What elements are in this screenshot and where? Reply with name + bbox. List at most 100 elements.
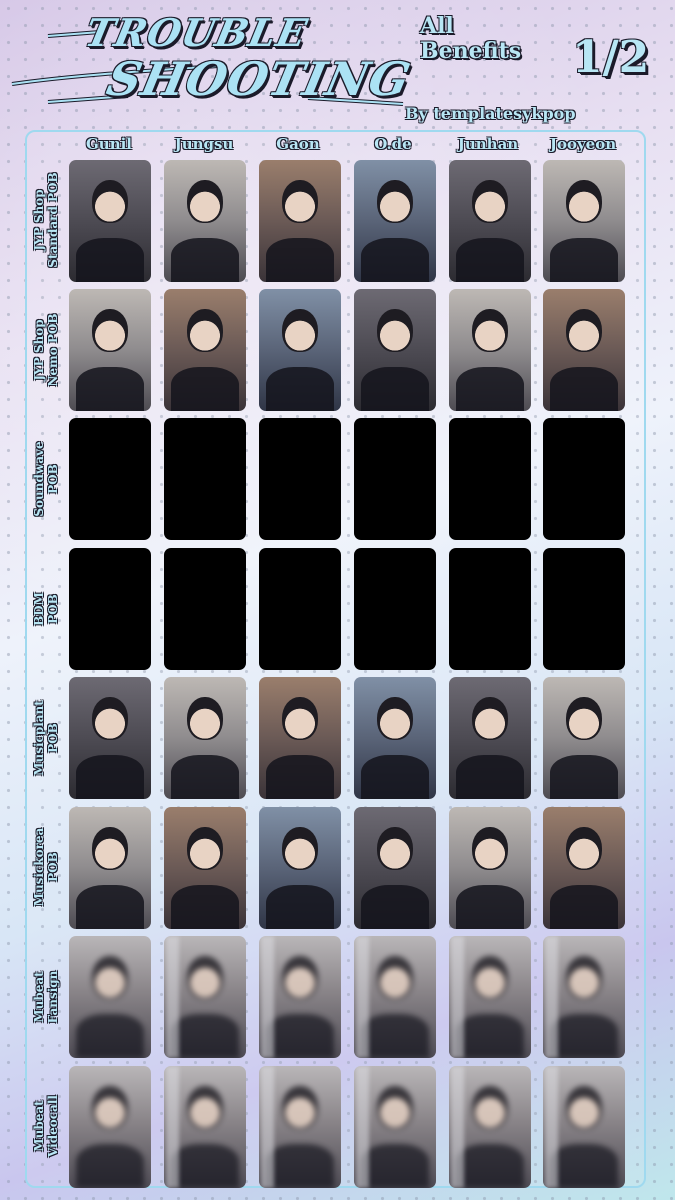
photocard-ode [354,807,436,929]
blur-overlap-strip [260,1066,274,1188]
portrait-body [549,755,619,799]
portrait-head [186,955,224,1000]
member-name-jooyeon: Jooyeon [549,135,617,153]
portrait-head [471,955,509,1000]
photocard-gunil [69,936,151,1058]
portrait-head [186,696,224,741]
portrait-head [91,826,129,871]
portrait-head [186,179,224,224]
photocard-jooyeon [543,677,625,799]
portrait-body [455,238,525,282]
portrait-head [186,826,224,871]
portrait-head [186,1085,224,1130]
portrait-head [565,826,603,871]
portrait-head [281,179,319,224]
blur-overlap-strip [355,936,369,1058]
blur-overlap-strip [355,1066,369,1188]
portrait-body [549,885,619,929]
portrait-body [170,885,240,929]
photocard-gaon [259,548,341,670]
portrait-body [75,238,145,282]
portrait-head [471,308,509,353]
blur-overlap-strip [544,1066,558,1188]
portrait-head [376,179,414,224]
photocard-jungsu [164,1066,246,1188]
photocard-junhan [449,807,531,929]
portrait-head [91,179,129,224]
portrait-body [549,1014,619,1058]
portrait-body [75,755,145,799]
photocard-gaon [259,936,341,1058]
blur-overlap-strip [260,936,274,1058]
photocard-ode [354,548,436,670]
portrait-body [549,1144,619,1188]
photocard-jungsu [164,418,246,540]
row-label-jyp-standard: JYP Shop Standard POB [32,172,60,268]
portrait-head [565,696,603,741]
portrait-body [455,1014,525,1058]
subtitle: All Benefits [420,13,522,64]
portrait-body [75,367,145,411]
photocard-gunil [69,548,151,670]
row-label-mubeat-videocall: Mubeat Videocall [32,1095,60,1157]
blur-overlap-strip [450,936,464,1058]
template-credit: By templatesykpop [405,104,576,123]
portrait-body [75,1014,145,1058]
portrait-body [265,755,335,799]
album-title-logo: TROUBLE SHOOTING [8,6,416,118]
portrait-body [170,367,240,411]
photocard-jungsu [164,289,246,411]
page-number: 1/2 [572,32,650,83]
photocard-ode [354,160,436,282]
member-name-junhan: Junhan [457,135,519,153]
photocard-gunil [69,160,151,282]
photocard-jooyeon [543,418,625,540]
photocard-gunil [69,418,151,540]
portrait-body [265,1014,335,1058]
portrait-head [91,1085,129,1130]
row-label-mubeat-fansign: Mubeat Fansign [32,970,60,1024]
portrait-head [565,955,603,1000]
title-line-2: SHOOTING [102,52,416,106]
portrait-body [360,238,430,282]
photocard-junhan [449,936,531,1058]
photocard-junhan [449,677,531,799]
portrait-body [170,755,240,799]
photocard-ode [354,936,436,1058]
portrait-body [360,885,430,929]
portrait-head [471,696,509,741]
portrait-body [170,1144,240,1188]
portrait-head [91,955,129,1000]
title-line-1: TROUBLE [81,10,312,55]
photocard-ode [354,1066,436,1188]
photocard-jungsu [164,936,246,1058]
photocard-gaon [259,1066,341,1188]
portrait-head [471,1085,509,1130]
portrait-head [471,826,509,871]
blur-overlap-strip [165,1066,179,1188]
portrait-body [455,367,525,411]
photocard-jooyeon [543,289,625,411]
portrait-head [376,308,414,353]
photocard-ode [354,677,436,799]
portrait-body [265,238,335,282]
portrait-body [170,238,240,282]
portrait-head [91,308,129,353]
blur-overlap-strip [450,1066,464,1188]
photocard-jungsu [164,548,246,670]
photocard-junhan [449,289,531,411]
portrait-head [281,955,319,1000]
portrait-head [376,696,414,741]
blur-overlap-strip [544,936,558,1058]
photocard-gunil [69,289,151,411]
portrait-head [376,1085,414,1130]
photocard-ode [354,289,436,411]
portrait-head [471,179,509,224]
portrait-head [91,696,129,741]
blur-overlap-strip [165,936,179,1058]
photocard-jooyeon [543,160,625,282]
member-name-gaon: Gaon [276,135,320,153]
portrait-body [549,238,619,282]
portrait-head [565,308,603,353]
portrait-head [281,1085,319,1130]
